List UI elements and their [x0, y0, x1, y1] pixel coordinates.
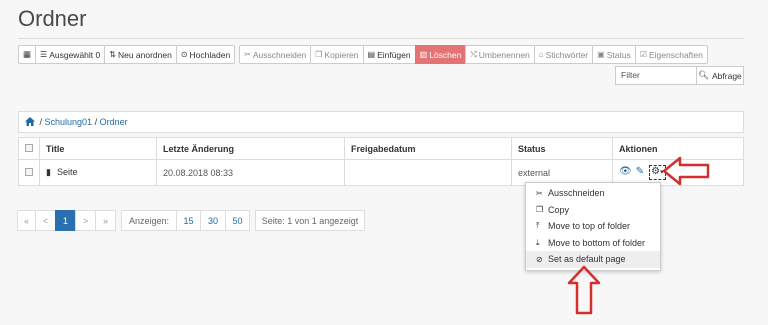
annotation-arrow-left: [662, 156, 710, 186]
select-all-checkbox[interactable]: [25, 143, 33, 152]
breadcrumb: / Schulung01 / Ordner: [18, 111, 744, 133]
column-header-title[interactable]: Title: [39, 137, 157, 160]
page-size-15[interactable]: 15: [176, 210, 201, 231]
rearrange-button[interactable]: ⇅ Neu anordnen: [104, 45, 177, 64]
page-next-button[interactable]: >: [75, 210, 96, 231]
page-prev-button[interactable]: <: [35, 210, 56, 231]
title-divider: [18, 38, 744, 39]
move-top-icon: ⤒: [536, 221, 540, 231]
paste-button[interactable]: ▤ Einfügen: [362, 45, 416, 64]
column-header-modified[interactable]: Letzte Änderung: [156, 137, 345, 160]
actions-dropdown-menu: ✂ Ausschneiden ❐ Copy ⤒ Move to top of fold…: [525, 182, 661, 271]
status-icon: ▣: [597, 50, 605, 59]
search-button[interactable]: 🔍︎ Abfrage: [696, 66, 744, 85]
table-header-row: Title Letzte Änderung Freigabedatum Stat…: [18, 137, 744, 160]
page-size-label: Anzeigen:: [121, 210, 177, 231]
scissors-icon: ✂: [244, 50, 251, 59]
trash-icon: ▥: [419, 50, 428, 59]
copy-icon: ❐: [315, 50, 323, 59]
annotation-arrow-up: [567, 265, 601, 315]
row-title-cell: ▮ Seite: [39, 159, 157, 186]
upload-button[interactable]: ⊙ Hochladen: [175, 45, 236, 64]
pagination: « < 1 > » Anzeigen: 15 30 50 Seite: 1 vo…: [17, 210, 365, 231]
row-release-cell: [344, 159, 512, 186]
tags-icon: ⌂: [538, 50, 544, 59]
breadcrumb-link-schulung01[interactable]: Schulung01: [45, 117, 93, 127]
column-header-status[interactable]: Status: [511, 137, 613, 160]
rename-button[interactable]: ⤭ Umbenennen: [465, 45, 535, 64]
menu-item-cut[interactable]: ✂ Ausschneiden: [526, 185, 660, 202]
home-icon[interactable]: [25, 117, 35, 126]
page-current-button[interactable]: 1: [55, 210, 76, 231]
edit-square-icon: ☑: [639, 50, 647, 59]
shuffle-icon: ⤭: [470, 49, 477, 59]
page-size-30[interactable]: 30: [200, 210, 226, 231]
properties-button[interactable]: ☑ Eigenschaften: [634, 45, 708, 64]
copy-button[interactable]: ❐ Kopieren: [310, 45, 364, 64]
keywords-button[interactable]: ⌂ Stichwörter: [533, 45, 594, 64]
view-icon[interactable]: 👁︎: [619, 166, 632, 177]
selected-count-button[interactable]: ☰ Ausgewählt 0: [35, 45, 106, 64]
row-title-link[interactable]: Seite: [57, 167, 78, 177]
column-header-release[interactable]: Freigabedatum: [344, 137, 512, 160]
select-all-button[interactable]: ▦: [18, 45, 37, 64]
menu-item-move-bottom[interactable]: ⤓ Move to bottom of folder: [526, 235, 660, 252]
contents-table: Title Letzte Änderung Freigabedatum Stat…: [18, 137, 744, 186]
status-button[interactable]: ▣ Status: [592, 45, 636, 64]
page-size-50[interactable]: 50: [225, 210, 250, 231]
upload-icon: ⊙: [180, 50, 188, 59]
sort-icon: ⇅: [109, 50, 116, 59]
grid-icon: ▦: [23, 49, 32, 59]
delete-button[interactable]: ▥ Löschen: [414, 45, 467, 64]
list-icon: ☰: [40, 50, 48, 59]
page-icon: ▮: [46, 167, 51, 177]
header-select-cell: [18, 137, 40, 160]
page-first-button[interactable]: «: [17, 210, 36, 231]
row-checkbox[interactable]: [25, 167, 33, 176]
page-title: Ordner: [18, 6, 87, 31]
scissors-icon: ✂: [536, 188, 543, 198]
pencil-icon[interactable]: ✎: [636, 166, 644, 177]
row-modified-cell: 20.08.2018 08:33: [156, 159, 345, 186]
filter-input[interactable]: Filter: [615, 66, 697, 85]
search-icon: 🔍︎: [698, 70, 709, 80]
page-info: Seite: 1 von 1 angezeigt: [255, 210, 365, 231]
menu-item-copy[interactable]: ❐ Copy: [526, 202, 660, 219]
move-bottom-icon: ⤓: [536, 237, 540, 247]
paste-icon: ▤: [367, 50, 376, 59]
gear-icon: ⚙: [651, 166, 661, 177]
menu-item-move-top[interactable]: ⤒ Move to top of folder: [526, 218, 660, 235]
page-last-button[interactable]: »: [95, 210, 116, 231]
row-select-cell: [18, 159, 40, 186]
copy-icon: ❐: [536, 205, 544, 215]
toolbar: ▦ ☰ Ausgewählt 0 ⇅ Neu anordnen ⊙ Hochladen…: [18, 45, 712, 64]
breadcrumb-link-ordner[interactable]: Ordner: [100, 117, 128, 127]
cut-button[interactable]: ✂ Ausschneiden: [239, 45, 312, 64]
check-circle-icon: ⊘: [536, 254, 543, 264]
